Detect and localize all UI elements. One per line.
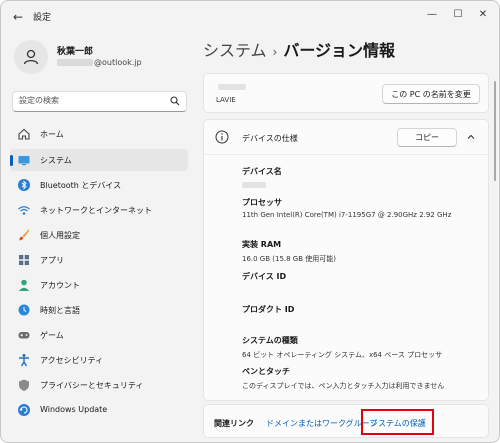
- app-title: 設定: [33, 13, 52, 23]
- settings-window: ← 設定 — ☐ ✕ 秋葉一郎 @outlook.jp ホーム: [0, 0, 500, 443]
- sidebar-item-personalization[interactable]: 個人用設定: [10, 224, 188, 246]
- update-icon: [18, 404, 30, 416]
- account-icon: [18, 279, 30, 291]
- copy-button[interactable]: コピー: [397, 128, 457, 147]
- clock-globe-icon: [18, 304, 30, 316]
- shield-icon: [19, 379, 29, 391]
- page-title: バージョン情報: [283, 41, 396, 60]
- rename-pc-button[interactable]: この PC の名前を変更: [382, 84, 480, 104]
- close-button[interactable]: ✕: [473, 5, 493, 23]
- sidebar-item-bluetooth[interactable]: Bluetooth とデバイス: [10, 174, 188, 196]
- device-spec-title: デバイスの仕様: [242, 134, 298, 143]
- info-icon: [215, 130, 229, 144]
- sidebar-item-time-language[interactable]: 時刻と言語: [10, 299, 188, 321]
- sidebar-item-network[interactable]: ネットワークとインターネット: [10, 199, 188, 221]
- sidebar-item-label: Windows Update: [40, 405, 108, 414]
- brush-icon: [19, 229, 30, 241]
- device-name-redacted: [218, 84, 246, 90]
- accessibility-icon: [19, 354, 29, 367]
- spec-label: ペンとタッチ: [242, 367, 290, 376]
- sidebar-item-apps[interactable]: アプリ: [10, 249, 188, 271]
- spec-value: 11th Gen Intel(R) Core(TM) i7-1195G7 @ 2…: [242, 211, 452, 219]
- breadcrumb: システム › バージョン情報: [203, 37, 395, 61]
- sidebar-item-label: Bluetooth とデバイス: [40, 181, 122, 190]
- search-box[interactable]: [12, 91, 187, 112]
- scrollbar[interactable]: [494, 81, 496, 181]
- sidebar-item-home[interactable]: ホーム: [10, 123, 188, 145]
- sidebar-item-label: システム: [40, 156, 72, 165]
- device-spec-card: デバイスの仕様 コピー デバイス名 プロセッサ 11th Gen Intel(R…: [203, 119, 489, 401]
- spec-label: プロセッサ: [242, 198, 282, 207]
- sidebar-item-privacy[interactable]: プライバシーとセキュリティ: [10, 374, 188, 396]
- user-icon: [23, 49, 39, 65]
- email-redacted: [57, 59, 93, 66]
- wifi-icon: [18, 206, 30, 215]
- sidebar-item-label: プライバシーとセキュリティ: [40, 381, 144, 390]
- home-icon: [18, 128, 30, 140]
- sidebar-item-gaming[interactable]: ゲーム: [10, 324, 188, 346]
- sidebar-item-label: 個人用設定: [40, 231, 80, 240]
- sidebar-item-label: アカウント: [40, 281, 80, 290]
- device-card: LAVIE この PC の名前を変更: [203, 73, 489, 113]
- related-links: 関連リンク ドメインまたはワークグループ システムの保護: [203, 404, 489, 438]
- sidebar-item-label: ゲーム: [40, 331, 64, 340]
- spec-value: 16.0 GB (15.8 GB 使用可能): [242, 255, 336, 263]
- sidebar-item-label: 時刻と言語: [40, 306, 80, 315]
- profile-email: @outlook.jp: [57, 58, 142, 67]
- sidebar-item-accounts[interactable]: アカウント: [10, 274, 188, 296]
- email-domain: @outlook.jp: [94, 58, 142, 67]
- bluetooth-icon: [18, 179, 30, 191]
- breadcrumb-separator: ›: [272, 45, 278, 59]
- search-icon[interactable]: [170, 96, 180, 106]
- maximize-button[interactable]: ☐: [448, 5, 468, 23]
- active-indicator: [10, 155, 13, 166]
- spec-label: システムの種類: [242, 336, 298, 345]
- device-name-redacted: [242, 182, 266, 188]
- sidebar-item-label: アクセシビリティ: [40, 356, 104, 365]
- spec-value: 64 ビット オペレーティング システム、x64 ベース プロセッサ: [242, 351, 443, 359]
- spec-label: デバイス ID: [242, 272, 287, 281]
- profile-name: 秋葉一郎: [57, 47, 94, 57]
- gamepad-icon: [18, 332, 30, 339]
- back-button[interactable]: ←: [10, 9, 26, 25]
- sidebar-item-accessibility[interactable]: アクセシビリティ: [10, 349, 188, 371]
- spec-value: このディスプレイでは、ペン入力とタッチ入力は利用できません: [242, 382, 445, 390]
- device-model: LAVIE: [216, 96, 236, 104]
- search-input[interactable]: [19, 96, 169, 105]
- sidebar-item-label: ホーム: [40, 130, 64, 139]
- sidebar-item-windows-update[interactable]: Windows Update: [10, 399, 188, 421]
- system-icon: [18, 156, 30, 166]
- highlight-box: [361, 409, 434, 435]
- avatar[interactable]: [14, 40, 48, 74]
- spec-label: デバイス名: [242, 167, 282, 176]
- spec-label: 実装 RAM: [242, 240, 282, 249]
- apps-icon: [19, 255, 29, 265]
- spec-label: プロダクト ID: [242, 305, 295, 314]
- related-links-title: 関連リンク: [214, 419, 254, 428]
- chevron-up-icon[interactable]: [466, 132, 476, 142]
- sidebar-item-label: ネットワークとインターネット: [40, 206, 152, 215]
- device-spec-header[interactable]: デバイスの仕様 コピー: [204, 120, 488, 155]
- minimize-button[interactable]: —: [422, 5, 442, 23]
- sidebar-item-system[interactable]: システム: [10, 149, 188, 171]
- breadcrumb-parent[interactable]: システム: [203, 41, 267, 60]
- sidebar-item-label: アプリ: [40, 256, 64, 265]
- title-bar: ← 設定 — ☐ ✕: [1, 1, 499, 33]
